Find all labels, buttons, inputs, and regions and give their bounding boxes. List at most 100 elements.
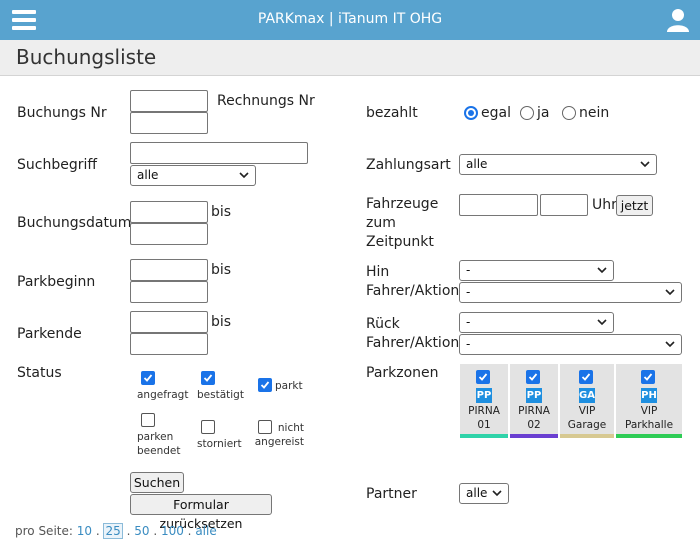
zahlungsart-label: Zahlungsart [366,157,451,173]
per-page-label: pro Seite: [15,524,73,538]
parkzone-vip-parkhalle-checkbox[interactable] [641,370,655,384]
chevron-down-icon [665,341,675,348]
checkmark-icon [203,374,213,382]
suchbegriff-label: Suchbegriff [17,157,98,173]
bis-label: bis [211,262,232,278]
status-angefragt-checkbox[interactable] [141,371,155,385]
parkzone-name: VIP Parkhalle [616,404,682,432]
parkzone-pirna-02[interactable]: PP PIRNA 02 [510,364,558,438]
parkbeginn-to-input[interactable] [130,281,208,303]
fahrzeuge-label-line1: Fahrzeuge [366,196,439,212]
fahrzeuge-label-line3: Zeitpunkt [366,234,434,250]
chevron-down-icon [597,267,607,274]
status-storniert-checkbox[interactable] [201,420,215,434]
bis-label: bis [211,204,232,220]
checkmark-icon [643,373,653,381]
suchbegriff-select[interactable]: alle [130,165,256,186]
parkzone-pirna-01-checkbox[interactable] [476,370,490,384]
hin-label-line1: Hin [366,264,390,280]
parkzone-name-line1: PIRNA [468,405,500,417]
status-storniert-label: storniert [197,438,242,450]
checkmark-icon [528,373,538,381]
bezahlt-nein-radio[interactable] [562,106,576,120]
parkbeginn-label: Parkbeginn [17,274,96,290]
parkzone-vip-garage[interactable]: GA VIP Garage [560,364,614,438]
parkzone-color-stripe [616,434,682,438]
hin-label-line2: Fahrer/Aktion [366,283,460,299]
per-page-50[interactable]: 50 [134,524,149,538]
fahrzeuge-date-input[interactable] [459,194,538,216]
parkzone-name: PIRNA 01 [460,404,508,432]
chevron-down-icon [239,172,249,179]
zahlungsart-select[interactable]: alle [459,154,657,175]
parkzone-name: VIP Garage [560,404,614,432]
parkzone-pirna-02-checkbox[interactable] [526,370,540,384]
hin-aktion-select[interactable]: - [459,282,682,303]
partner-select[interactable]: alle [459,483,509,504]
status-nicht-angereist-label: nicht angereist [254,422,304,448]
checkmark-icon [260,381,270,389]
parkzone-name-line1: VIP [578,405,596,417]
jetzt-button[interactable]: jetzt [616,195,653,216]
status-bestaetigt-checkbox[interactable] [201,371,215,385]
parkzone-vip-parkhalle[interactable]: PH VIP Parkhalle [616,364,682,438]
status-label: Status [17,365,62,381]
rechnungs-nr-label: Rechnungs Nr [217,93,315,109]
parkplatz-icon: PP [526,388,542,403]
per-page-10[interactable]: 10 [77,524,92,538]
status-parken-beendet-checkbox[interactable] [141,413,155,427]
rueck-aktion-select[interactable]: - [459,334,682,355]
parkende-to-input[interactable] [130,333,208,355]
parkzone-name-line2: 02 [527,419,541,431]
parkende-label: Parkende [17,326,82,342]
parkzone-color-stripe [560,434,614,438]
buchungs-nr-label: Buchungs Nr [17,105,107,121]
garage-icon: GA [579,388,595,403]
parkzone-name-line1: VIP [640,405,658,417]
buchungsdatum-from-input[interactable] [130,201,208,223]
rueck-fahrer-select[interactable]: - [459,312,614,333]
fahrzeuge-time-input[interactable] [540,194,588,216]
chevron-down-icon [640,161,650,168]
bezahlt-egal-label: egal [481,105,511,121]
hin-fahrer-select-value: - [466,263,471,277]
per-page-alle[interactable]: alle [195,524,216,538]
checkmark-icon [143,374,153,382]
parkzone-vip-garage-checkbox[interactable] [579,370,593,384]
rueck-fahrer-select-value: - [466,315,471,329]
buchungsdatum-to-input[interactable] [130,223,208,245]
checkmark-icon [478,373,488,381]
chevron-down-icon [597,319,607,326]
parkplatz-icon: PP [476,388,492,403]
bezahlt-ja-radio[interactable] [520,106,534,120]
rechnungs-nr-input[interactable] [130,112,208,134]
hin-fahrer-select[interactable]: - [459,260,614,281]
status-parkt-checkbox[interactable] [258,378,272,392]
suchen-button[interactable]: Suchen [130,472,184,493]
status-parken-beendet-label: parken beendet [137,431,181,457]
per-page-25[interactable]: 25 [103,523,123,539]
bezahlt-nein-label: nein [579,105,610,121]
parkzone-pirna-01[interactable]: PP PIRNA 01 [460,364,508,438]
buchungs-nr-input[interactable] [130,90,208,112]
partner-label: Partner [366,486,417,502]
reset-form-button[interactable]: Formular zurücksetzen [130,494,272,531]
parkzone-color-stripe [460,434,508,438]
top-bar: PARKmax | iTanum IT OHG [0,0,700,40]
parkende-from-input[interactable] [130,311,208,333]
bezahlt-egal-radio[interactable] [464,106,478,120]
user-account-icon[interactable] [666,8,690,32]
per-page-pager: pro Seite: 10 . 25 . 50 . 100 . alle [15,523,217,539]
parkbeginn-from-input[interactable] [130,259,208,281]
uhr-label: Uhr [592,197,617,213]
parkzonen-label: Parkzonen [366,365,439,381]
zahlungsart-select-value: alle [466,157,488,171]
bis-label: bis [211,314,232,330]
page-title: Buchungsliste [16,45,157,69]
fahrzeuge-label-line2: zum [366,215,396,231]
suchbegriff-input[interactable] [130,142,308,164]
parkzone-name: PIRNA 02 [510,404,558,432]
parkhalle-icon: PH [641,388,657,403]
rueck-label-line1: Rück [366,316,400,332]
per-page-100[interactable]: 100 [161,524,184,538]
